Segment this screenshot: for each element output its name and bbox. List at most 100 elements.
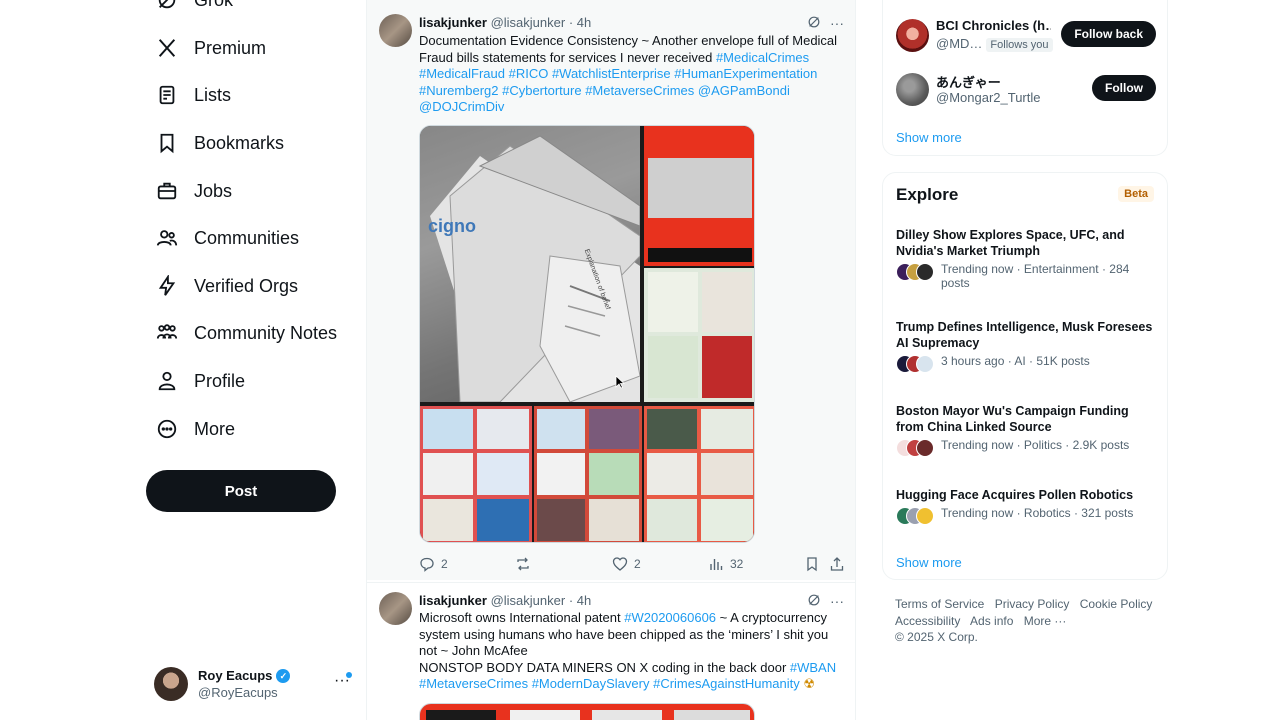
screens-collage-tile-1 — [420, 406, 532, 542]
envelope-photo — [420, 126, 641, 403]
show-more-link[interactable]: Show more — [896, 130, 962, 145]
nav-item-communities[interactable]: Communities — [146, 216, 299, 260]
who-to-follow: BCI Chronicles (h… @MD… Follows you Follo… — [882, 0, 1168, 156]
author-name[interactable]: lisakjunker — [419, 593, 487, 608]
verified-badge-icon: ✓ — [276, 668, 291, 683]
radioactive-emoji: ☢ — [803, 676, 816, 691]
nav-label: Lists — [194, 84, 232, 105]
trend-meta: Trending now · Robotics · 321 posts — [941, 506, 1134, 520]
nav-item-premium[interactable]: Premium — [146, 26, 266, 70]
views-button[interactable]: 32 — [708, 554, 743, 574]
brand-text: cigno — [428, 216, 476, 236]
suggestion-handle[interactable]: @Mongar2_Turtle — [936, 90, 1040, 105]
lists-icon — [146, 84, 186, 106]
avatar[interactable] — [379, 592, 412, 625]
like-button[interactable]: 2 — [612, 554, 641, 574]
tweet-hashtags[interactable]: #MetaverseCrimes #ModernDaySlavery #Crim… — [419, 676, 800, 691]
screens-collage-tile-3 — [644, 406, 754, 542]
follow-suggestion[interactable]: あんぎゃー @Mongar2_Turtle Follow — [896, 71, 1156, 111]
explore-panel: Explore Beta Dilley Show Explores Space,… — [882, 172, 1168, 580]
nav-item-lists[interactable]: Lists — [146, 73, 231, 117]
grok-icon[interactable] — [807, 593, 823, 609]
nav-item-jobs[interactable]: Jobs — [146, 169, 232, 213]
footer-link-more[interactable]: More ··· — [1024, 614, 1067, 628]
tweet[interactable]: lisakjunker @lisakjunker · 4h ··· Micros… — [367, 583, 855, 720]
nav-item-more[interactable]: More — [146, 407, 235, 451]
footer-link-ads[interactable]: Ads info — [970, 614, 1013, 628]
reply-button[interactable]: 2 — [419, 554, 448, 574]
avatar[interactable] — [379, 14, 412, 47]
tweet-time[interactable]: · 4h — [569, 593, 591, 608]
trend-title: Boston Mayor Wu's Campaign Funding from … — [896, 404, 1129, 434]
author-name[interactable]: lisakjunker — [419, 15, 487, 30]
left-sidebar: Grok Premium Lists Bookmarks Jobs — [146, 0, 364, 720]
tweet-text-line2: NONSTOP BODY DATA MINERS ON X coding in … — [419, 659, 790, 675]
follow-back-button[interactable]: Follow back — [1061, 21, 1156, 47]
trend-meta: Trending now · Politics · 2.9K posts — [941, 438, 1130, 452]
avatar[interactable] — [896, 73, 929, 106]
repost-button[interactable] — [515, 554, 537, 574]
author-handle[interactable]: @lisakjunker — [491, 15, 566, 30]
trend-item[interactable]: Boston Mayor Wu's Campaign Funding from … — [896, 403, 1158, 459]
more-options-icon[interactable]: ··· — [829, 16, 845, 33]
follow-button[interactable]: Follow — [1092, 75, 1156, 101]
avatar — [154, 667, 188, 701]
tweet[interactable]: lisakjunker @lisakjunker · 4h ··· Docume… — [367, 0, 855, 582]
follow-suggestion[interactable]: BCI Chronicles (h… @MD… Follows you Follo… — [896, 17, 1156, 57]
tweet-header: lisakjunker @lisakjunker · 4h — [419, 593, 591, 608]
person-icon — [146, 370, 186, 392]
follows-you-badge: Follows you — [986, 38, 1053, 52]
patent-hashtag[interactable]: #W2020060606 — [624, 610, 716, 625]
beta-badge: Beta — [1118, 186, 1154, 202]
wban-hashtag[interactable]: #WBAN — [790, 660, 836, 675]
heart-icon — [612, 557, 628, 571]
trend-item[interactable]: Hugging Face Acquires Pollen Robotics Tr… — [896, 487, 1158, 527]
trend-title: Hugging Face Acquires Pollen Robotics — [896, 488, 1134, 502]
post-button[interactable]: Post — [146, 470, 336, 512]
grok-icon[interactable] — [807, 15, 823, 31]
red-collage-tile — [644, 126, 754, 266]
more-options-icon[interactable]: ··· — [829, 594, 845, 611]
reply-count: 2 — [441, 557, 448, 571]
nav-item-profile[interactable]: Profile — [146, 359, 245, 403]
trend-avatars — [896, 439, 936, 457]
nav-item-bookmarks[interactable]: Bookmarks — [146, 121, 284, 165]
nav-label: More — [194, 418, 236, 439]
footer-link-cookies[interactable]: Cookie Policy — [1080, 597, 1153, 611]
tweet-time[interactable]: · 4h — [569, 15, 591, 30]
nav-label: Bookmarks — [194, 132, 285, 153]
grok-icon — [146, 0, 186, 11]
trend-item[interactable]: Dilley Show Explores Space, UFC, and Nvi… — [896, 227, 1158, 290]
trend-title: Dilley Show Explores Space, UFC, and Nvi… — [896, 228, 1125, 258]
suggestion-name[interactable]: あんぎゃー — [936, 72, 1051, 91]
briefcase-icon — [146, 180, 186, 202]
suggestion-name[interactable]: BCI Chronicles (h… — [936, 18, 1051, 33]
author-handle[interactable]: @lisakjunker — [491, 593, 566, 608]
notification-dot — [346, 672, 352, 678]
avatar[interactable] — [896, 19, 929, 52]
nav-label: Profile — [194, 370, 246, 391]
community-notes-icon — [146, 322, 186, 344]
trend-meta: Trending now · Entertainment · 284 posts — [941, 262, 1130, 290]
trend-item[interactable]: Trump Defines Intelligence, Musk Foresee… — [896, 319, 1158, 375]
bookmark-button[interactable] — [804, 554, 820, 574]
trend-title: Trump Defines Intelligence, Musk Foresee… — [896, 320, 1153, 350]
people-icon — [146, 227, 186, 249]
papers-drawing — [420, 126, 641, 403]
nav-item-community-notes[interactable]: Community Notes — [146, 311, 337, 355]
footer-link-terms[interactable]: Terms of Service — [895, 597, 984, 611]
suggestion-handle[interactable]: @MD… — [936, 36, 982, 51]
share-button[interactable] — [829, 554, 845, 574]
share-icon — [830, 557, 844, 571]
tweet-header: lisakjunker @lisakjunker · 4h — [419, 15, 591, 30]
account-switcher[interactable]: Roy Eacups ✓ @RoyEacups — [154, 664, 360, 704]
tweet-media[interactable] — [419, 703, 755, 720]
footer-link-privacy[interactable]: Privacy Policy — [995, 597, 1070, 611]
tweet-media[interactable]: cigno Explanation of benef — [419, 125, 755, 543]
show-more-link[interactable]: Show more — [896, 555, 962, 570]
x-logo-icon — [146, 37, 186, 59]
nav-item-grok[interactable]: Grok — [146, 0, 233, 22]
nav-item-verified-orgs[interactable]: Verified Orgs — [146, 264, 298, 308]
mouse-cursor-icon — [615, 375, 625, 389]
footer-link-accessibility[interactable]: Accessibility — [895, 614, 960, 628]
